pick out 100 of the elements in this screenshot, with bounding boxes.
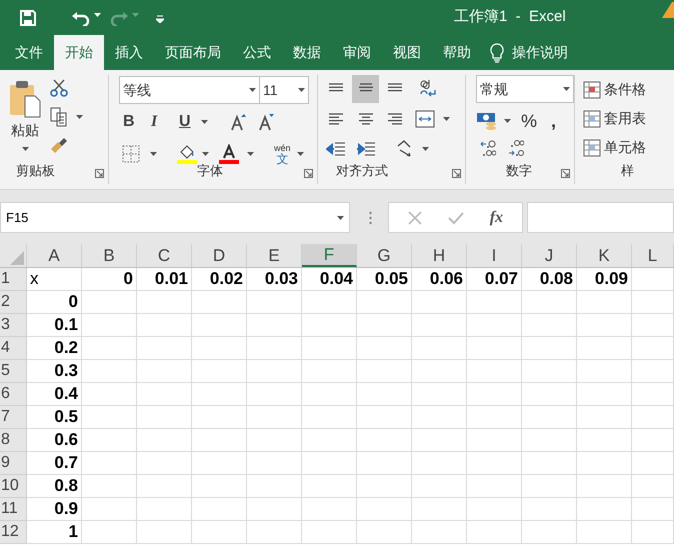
- styles-button[interactable]: 单元格: [604, 137, 646, 158]
- merge-cells-icon[interactable]: [415, 110, 435, 128]
- ribbon-tab[interactable]: 帮助: [432, 35, 482, 70]
- table-cell[interactable]: 0.6: [27, 429, 82, 452]
- table-cell[interactable]: 0.08: [522, 268, 577, 291]
- middle-align-button[interactable]: [352, 75, 379, 103]
- table-cell[interactable]: [247, 314, 302, 337]
- table-cell[interactable]: [247, 452, 302, 475]
- dialog-launcher-icon[interactable]: [304, 169, 313, 178]
- table-cell[interactable]: [82, 314, 137, 337]
- shrink-font-icon[interactable]: [258, 113, 274, 131]
- table-cell[interactable]: [632, 268, 674, 291]
- fill-color-icon[interactable]: [177, 144, 197, 164]
- table-cell[interactable]: [412, 337, 467, 360]
- caret-icon[interactable]: [563, 87, 570, 91]
- table-cell[interactable]: [247, 383, 302, 406]
- table-cell[interactable]: [577, 360, 632, 383]
- table-cell[interactable]: [577, 521, 632, 544]
- table-cell[interactable]: [302, 383, 357, 406]
- table-cell[interactable]: [137, 429, 192, 452]
- ribbon-tab[interactable]: 文件: [4, 35, 54, 70]
- table-cell[interactable]: [632, 452, 674, 475]
- table-cell[interactable]: [302, 498, 357, 521]
- table-cell[interactable]: 0.3: [27, 360, 82, 383]
- table-cell[interactable]: 0: [82, 268, 137, 291]
- row-header[interactable]: 8: [0, 429, 27, 452]
- table-cell[interactable]: [632, 406, 674, 429]
- table-cell[interactable]: [467, 314, 522, 337]
- table-cell[interactable]: [577, 383, 632, 406]
- align-icon[interactable]: [386, 112, 404, 126]
- table-cell[interactable]: [632, 498, 674, 521]
- ribbon-tab[interactable]: 公式: [232, 35, 282, 70]
- table-cell[interactable]: [467, 291, 522, 314]
- table-cell[interactable]: [632, 475, 674, 498]
- table-cell[interactable]: 1: [27, 521, 82, 544]
- table-cell[interactable]: [412, 406, 467, 429]
- ribbon-tab[interactable]: 数据: [282, 35, 332, 70]
- save-icon[interactable]: [19, 8, 37, 26]
- row-header[interactable]: 6: [0, 383, 27, 406]
- table-cell[interactable]: [302, 429, 357, 452]
- table-cell[interactable]: [467, 383, 522, 406]
- bold-button[interactable]: B: [123, 110, 141, 134]
- dialog-launcher-icon[interactable]: [95, 169, 104, 178]
- currency-icon[interactable]: [476, 111, 498, 131]
- table-cell[interactable]: 0.2: [27, 337, 82, 360]
- table-cell[interactable]: [82, 337, 137, 360]
- select-all-icon[interactable]: [10, 251, 24, 265]
- decrease-indent-icon[interactable]: [326, 141, 346, 157]
- table-cell[interactable]: [137, 337, 192, 360]
- table-cell[interactable]: [632, 429, 674, 452]
- table-cell[interactable]: [192, 475, 247, 498]
- caret-icon[interactable]: [247, 152, 254, 156]
- table-cell[interactable]: [192, 291, 247, 314]
- table-cell[interactable]: [467, 360, 522, 383]
- table-cell[interactable]: [302, 314, 357, 337]
- table-cell[interactable]: [82, 429, 137, 452]
- caret-icon[interactable]: [337, 216, 344, 220]
- styles-icon[interactable]: [583, 110, 601, 128]
- table-cell[interactable]: 0.09: [577, 268, 632, 291]
- caret-icon[interactable]: [249, 88, 256, 92]
- increase-decimal-icon[interactable]: [480, 139, 496, 157]
- table-cell[interactable]: [192, 429, 247, 452]
- table-cell[interactable]: 0.03: [247, 268, 302, 291]
- table-cell[interactable]: [247, 406, 302, 429]
- caret-icon[interactable]: [150, 152, 157, 156]
- undo-icon[interactable]: [71, 10, 91, 26]
- table-cell[interactable]: [522, 475, 577, 498]
- table-cell[interactable]: x: [27, 268, 82, 291]
- table-cell[interactable]: 0.5: [27, 406, 82, 429]
- table-cell[interactable]: [412, 314, 467, 337]
- table-cell[interactable]: [137, 498, 192, 521]
- column-header[interactable]: G: [357, 244, 412, 267]
- table-cell[interactable]: [412, 360, 467, 383]
- table-cell[interactable]: [192, 406, 247, 429]
- caret-icon[interactable]: [443, 117, 450, 121]
- table-cell[interactable]: [522, 314, 577, 337]
- table-cell[interactable]: [522, 452, 577, 475]
- table-cell[interactable]: [192, 314, 247, 337]
- caret-icon[interactable]: [94, 12, 101, 16]
- table-cell[interactable]: [82, 383, 137, 406]
- ribbon-tab[interactable]: 插入: [104, 35, 154, 70]
- table-cell[interactable]: [577, 291, 632, 314]
- row-header[interactable]: 2: [0, 291, 27, 314]
- font-name-field[interactable]: 等线: [119, 76, 260, 104]
- table-cell[interactable]: 0: [27, 291, 82, 314]
- table-cell[interactable]: [247, 291, 302, 314]
- ribbon-tab[interactable]: 视图: [382, 35, 432, 70]
- dialog-launcher-icon[interactable]: [452, 169, 461, 178]
- table-cell[interactable]: [247, 360, 302, 383]
- table-cell[interactable]: [467, 406, 522, 429]
- caret-icon[interactable]: [76, 115, 83, 119]
- row-header[interactable]: 1: [0, 268, 27, 291]
- table-cell[interactable]: [577, 406, 632, 429]
- redo-icon[interactable]: [109, 10, 129, 26]
- table-cell[interactable]: [302, 475, 357, 498]
- table-cell[interactable]: [137, 291, 192, 314]
- phonetic-button[interactable]: wén 文: [274, 144, 291, 164]
- column-header[interactable]: D: [192, 244, 247, 267]
- table-cell[interactable]: [137, 383, 192, 406]
- italic-button[interactable]: I: [151, 110, 169, 134]
